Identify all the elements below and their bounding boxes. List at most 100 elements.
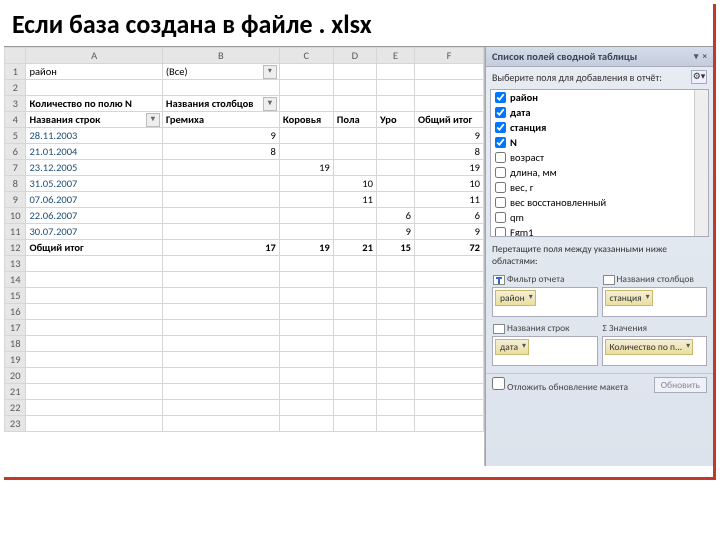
row-header[interactable]: 4 (5, 112, 26, 128)
cell[interactable] (162, 256, 279, 272)
cell[interactable] (376, 368, 414, 384)
cell[interactable] (333, 384, 376, 400)
field-checkbox[interactable] (495, 92, 506, 103)
cell[interactable]: 21 (333, 240, 376, 256)
cell[interactable]: 9 (376, 224, 414, 240)
cell[interactable] (333, 352, 376, 368)
cell[interactable] (415, 64, 484, 80)
cell[interactable] (376, 400, 414, 416)
field-checkbox[interactable] (495, 122, 506, 133)
field-scrollbar[interactable] (694, 90, 708, 236)
cell[interactable] (279, 288, 333, 304)
cell[interactable] (26, 304, 162, 320)
field-checkbox[interactable] (495, 137, 506, 148)
cell[interactable]: 10 (415, 176, 484, 192)
cell[interactable] (333, 144, 376, 160)
col-header[interactable]: B (162, 48, 279, 64)
cell[interactable] (376, 416, 414, 432)
field-checkbox[interactable] (495, 182, 506, 193)
cell[interactable] (376, 304, 414, 320)
cell[interactable] (376, 96, 414, 112)
pivot-field[interactable]: qm (491, 210, 708, 225)
cell[interactable] (333, 224, 376, 240)
cell[interactable] (162, 224, 279, 240)
filter-area[interactable]: район (492, 287, 598, 317)
cell[interactable] (279, 176, 333, 192)
cell[interactable] (279, 208, 333, 224)
cell[interactable] (376, 352, 414, 368)
row-header[interactable]: 10 (5, 208, 26, 224)
cell[interactable]: 19 (279, 160, 333, 176)
cell[interactable] (333, 128, 376, 144)
cell[interactable] (162, 160, 279, 176)
grid[interactable]: ABCDEF 1район(Все)23Количество по полю N… (4, 47, 484, 432)
cell[interactable] (333, 160, 376, 176)
cell[interactable] (162, 320, 279, 336)
cell[interactable] (415, 400, 484, 416)
cell[interactable]: 9 (162, 128, 279, 144)
field-list[interactable]: райондатастанцияNвозрастдлина, ммвес, гв… (490, 89, 709, 237)
cell[interactable] (333, 304, 376, 320)
row-header[interactable]: 9 (5, 192, 26, 208)
cell[interactable]: 19 (279, 240, 333, 256)
cell[interactable] (26, 336, 162, 352)
filter-pill[interactable]: район (495, 290, 536, 306)
cell[interactable] (162, 176, 279, 192)
cell[interactable] (415, 304, 484, 320)
cell[interactable] (26, 384, 162, 400)
col-header[interactable]: A (26, 48, 162, 64)
pivot-field[interactable]: станция (491, 120, 708, 135)
row-header[interactable]: 3 (5, 96, 26, 112)
col-header[interactable]: E (376, 48, 414, 64)
row-header[interactable]: 6 (5, 144, 26, 160)
cell[interactable] (279, 80, 333, 96)
cell[interactable] (279, 144, 333, 160)
cell[interactable] (162, 416, 279, 432)
field-checkbox[interactable] (495, 197, 506, 208)
update-button[interactable]: Обновить (654, 377, 707, 393)
cell[interactable]: 9 (415, 128, 484, 144)
cell[interactable]: Пола (333, 112, 376, 128)
cell[interactable] (415, 416, 484, 432)
field-checkbox[interactable] (495, 107, 506, 118)
rows-area[interactable]: дата (492, 336, 598, 366)
cell[interactable] (279, 400, 333, 416)
vals-area[interactable]: Количество по п... (602, 336, 708, 366)
col-header[interactable]: D (333, 48, 376, 64)
cell[interactable] (415, 96, 484, 112)
cell[interactable] (376, 272, 414, 288)
cell[interactable]: 19 (415, 160, 484, 176)
pivot-field[interactable]: вес, г (491, 180, 708, 195)
cell[interactable] (376, 128, 414, 144)
cell[interactable] (162, 368, 279, 384)
cell[interactable] (376, 144, 414, 160)
cell[interactable] (333, 336, 376, 352)
cell[interactable] (279, 96, 333, 112)
cell[interactable] (415, 80, 484, 96)
cell[interactable] (279, 368, 333, 384)
field-checkbox[interactable] (495, 167, 506, 178)
cell[interactable] (162, 272, 279, 288)
cell[interactable]: 21.01.2004 (26, 144, 162, 160)
cell[interactable] (376, 336, 414, 352)
cell[interactable] (415, 336, 484, 352)
cell[interactable] (279, 272, 333, 288)
cell[interactable] (415, 320, 484, 336)
row-header[interactable]: 12 (5, 240, 26, 256)
cell[interactable] (26, 80, 162, 96)
cols-pill[interactable]: станция (605, 290, 653, 306)
cell[interactable] (415, 288, 484, 304)
cell[interactable]: Общий итог (415, 112, 484, 128)
cell[interactable] (162, 192, 279, 208)
cell[interactable] (333, 80, 376, 96)
cell[interactable] (376, 176, 414, 192)
cell[interactable] (376, 384, 414, 400)
cell[interactable] (333, 400, 376, 416)
row-header[interactable]: 15 (5, 288, 26, 304)
cell[interactable] (376, 288, 414, 304)
pivot-field[interactable]: N (491, 135, 708, 150)
cell[interactable] (415, 272, 484, 288)
cell[interactable] (279, 256, 333, 272)
cell[interactable] (376, 192, 414, 208)
cell[interactable] (376, 80, 414, 96)
